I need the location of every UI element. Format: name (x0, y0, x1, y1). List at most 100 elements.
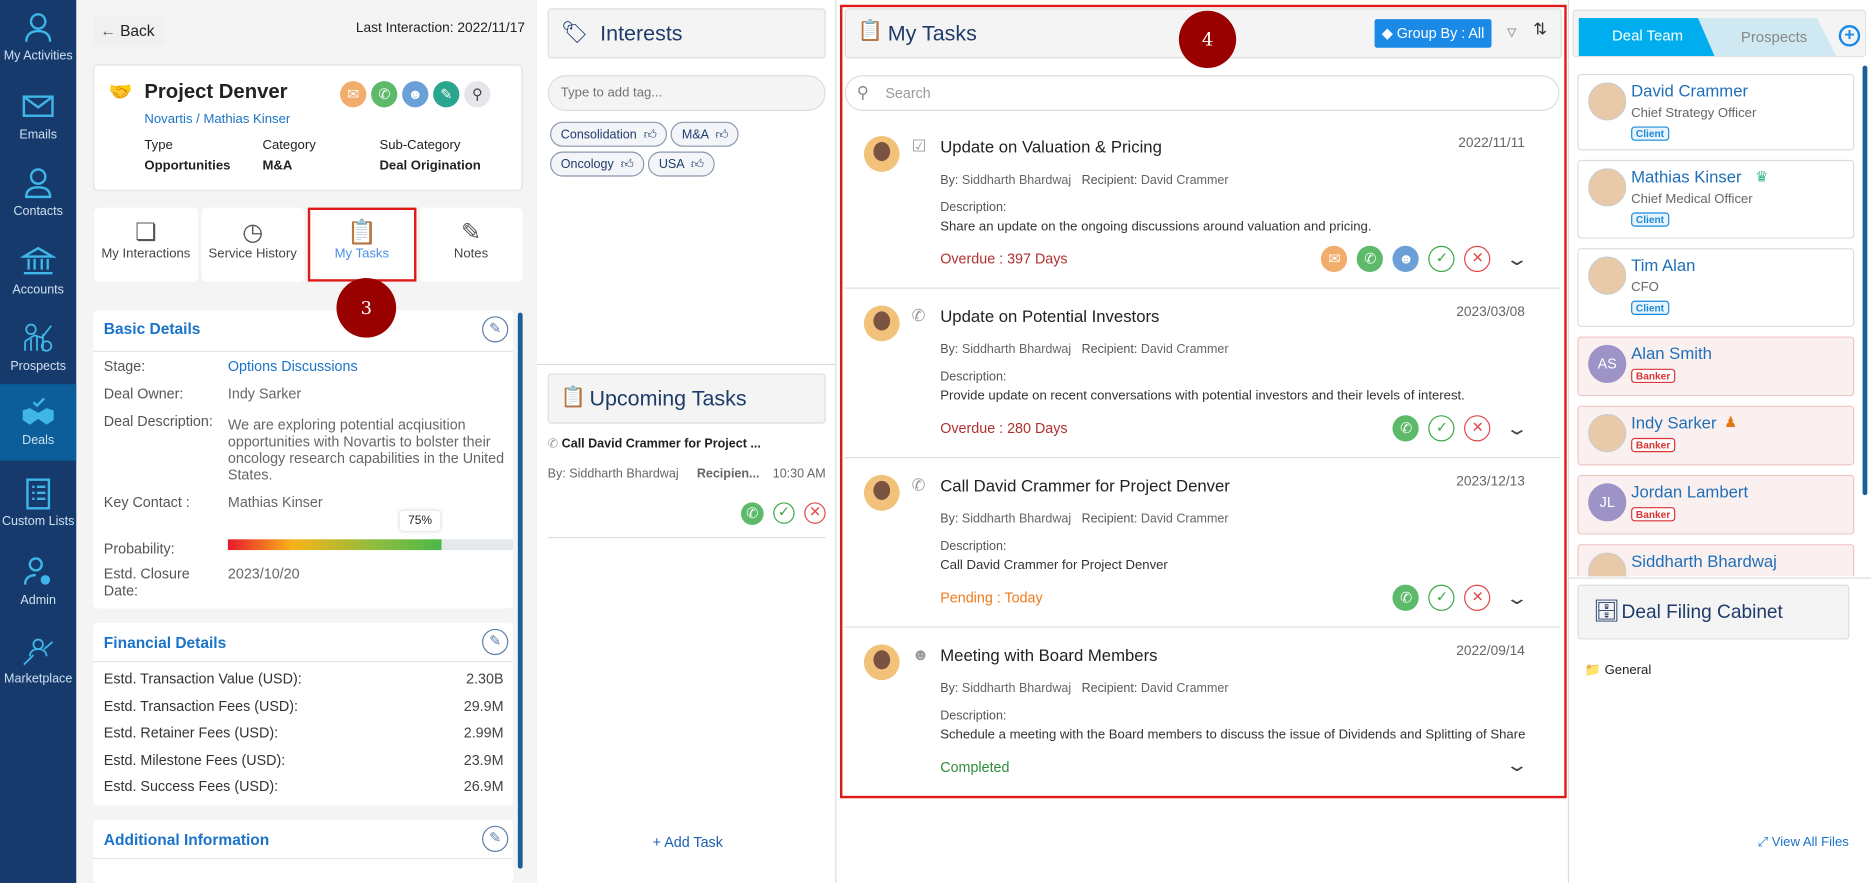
task-item[interactable]: ✆ Update on Potential Investors 2023/03/… (844, 289, 1561, 459)
divider (835, 0, 837, 883)
cancel-x-icon[interactable]: ✕ (1464, 584, 1491, 611)
task-status: Pending : Today (940, 589, 1043, 607)
interest-tag[interactable]: USA 👍︎ (648, 151, 715, 177)
phone-icon: ✆ (911, 305, 926, 325)
task-by: Siddharth Bhardwaj (961, 511, 1072, 527)
chevron-down-icon[interactable]: ⌄ (1505, 587, 1529, 608)
meeting-icon[interactable]: ☻ (402, 81, 429, 108)
interest-tag[interactable]: Oncology 👍︎ (550, 151, 645, 177)
annotation-marker-3: 3 (336, 278, 397, 338)
task-by: Siddharth Bhardwaj (961, 342, 1072, 357)
tab-prospects[interactable]: Prospects (1697, 17, 1837, 57)
owner-user-icon: ♟ (1724, 414, 1738, 431)
sidebar-item-prospects[interactable]: Prospects (0, 310, 76, 386)
folder-general[interactable]: 📁 General (1585, 662, 1652, 677)
subcategory-value: Deal Origination (379, 158, 481, 174)
sidebar-item-marketplace[interactable]: Marketplace (0, 623, 76, 699)
thumbs-up-icon[interactable]: 👍︎ (621, 158, 634, 172)
sort-icon[interactable]: ⇅ (1533, 19, 1547, 39)
sidebar-item-contacts[interactable]: Contacts (0, 155, 76, 231)
tab-notes[interactable]: ✎ Notes (419, 207, 523, 282)
interest-tag[interactable]: Consolidation 👍︎ (550, 121, 668, 147)
phone-icon[interactable]: ✆ (740, 502, 764, 526)
complete-check-icon[interactable]: ✓ (1428, 415, 1456, 442)
group-by-button[interactable]: ◆ Group By : All (1374, 19, 1492, 48)
tag-input[interactable] (547, 75, 826, 111)
edit-pencil-icon[interactable]: ✎ (482, 628, 509, 656)
thumbs-up-icon[interactable]: 👍︎ (691, 158, 704, 172)
team-member-card[interactable]: Mathias Kinser ♛ Chief Medical Officer C… (1577, 159, 1855, 239)
tab-service-history[interactable]: ◷ Service History (201, 207, 305, 282)
avatar (1588, 168, 1627, 207)
avatar (863, 305, 900, 342)
deal-subtitle[interactable]: Novartis / Mathias Kinser (144, 112, 290, 126)
scrollbar[interactable] (1862, 65, 1868, 496)
cancel-x-icon[interactable]: ✕ (804, 502, 826, 524)
task-search-input[interactable]: ⚲ Search (844, 75, 1560, 111)
annotation-marker-4: 4 (1178, 10, 1237, 69)
sidebar-item-custom-lists[interactable]: Custom Lists (0, 465, 76, 541)
phone-icon[interactable]: ✆ (1392, 415, 1420, 442)
sidebar-item-admin[interactable]: Admin (0, 544, 76, 620)
avatar (1588, 82, 1627, 121)
chart-gear-icon (24, 323, 53, 352)
task-title: Update on Potential Investors (940, 306, 1160, 326)
email-icon[interactable]: ✉ (340, 81, 367, 108)
phone-icon[interactable]: ✆ (1392, 584, 1420, 611)
add-member-plus-icon[interactable]: + (1838, 25, 1861, 47)
sidebar-label: Emails (19, 127, 57, 142)
scrollbar[interactable] (517, 312, 523, 869)
sidebar-item-my-activities[interactable]: My Activities (0, 0, 76, 76)
sidebar-label: Custom Lists (1, 514, 75, 529)
search-icon[interactable]: ⚲ (464, 81, 491, 108)
email-icon[interactable]: ✉ (1321, 245, 1348, 273)
phone-icon[interactable]: ✆ (1357, 245, 1384, 273)
upcoming-by: By: Siddharth Bhardwaj (547, 466, 679, 481)
cancel-x-icon[interactable]: ✕ (1464, 245, 1491, 273)
chevron-down-icon[interactable]: ⌄ (1505, 754, 1529, 775)
phone-icon[interactable]: ✆ (371, 81, 398, 108)
tab-my-tasks[interactable]: 📋 My Tasks (307, 207, 416, 282)
member-name: Mathias Kinser (1631, 167, 1742, 187)
team-member-card[interactable]: Indy Sarker ♟ Banker (1577, 405, 1855, 466)
filter-icon[interactable]: ▿ (1507, 20, 1517, 44)
upcoming-task-item[interactable]: ✆ Call David Crammer for Project ... By:… (547, 437, 826, 526)
add-task-button[interactable]: + Add Task (653, 834, 723, 851)
avatar (1588, 552, 1627, 577)
team-member-card[interactable]: AS Alan Smith Banker (1577, 336, 1855, 397)
team-member-card[interactable]: David Crammer Chief Strategy Officer Cli… (1577, 73, 1855, 151)
thumbs-up-icon[interactable]: 👍︎ (715, 128, 728, 142)
avatar-initials: AS (1597, 355, 1617, 373)
interests-header: 🏷 Interests (547, 8, 826, 59)
view-all-files-link[interactable]: ⤢ View All Files (1758, 835, 1849, 851)
note-icon[interactable]: ✎ (433, 81, 460, 108)
team-member-card[interactable]: Siddharth Bhardwaj (1577, 544, 1855, 577)
complete-check-icon[interactable]: ✓ (1428, 245, 1456, 273)
interest-tag[interactable]: M&A 👍︎ (671, 121, 740, 147)
complete-check-icon[interactable]: ✓ (773, 502, 795, 524)
task-item[interactable]: ☑ Update on Valuation & Pricing 2022/11/… (844, 119, 1561, 289)
task-item[interactable]: ☻ Meeting with Board Members 2022/09/14 … (845, 628, 1561, 797)
financial-value: 2.99M (463, 724, 504, 741)
complete-check-icon[interactable]: ✓ (1428, 584, 1456, 611)
sidebar-item-emails[interactable]: Emails (0, 79, 76, 155)
tab-my-interactions[interactable]: ❏ My Interactions (94, 207, 198, 282)
meeting-icon[interactable]: ☻ (1392, 245, 1420, 273)
thumbs-up-icon[interactable]: 👍︎ (644, 128, 657, 142)
stage-value[interactable]: Options Discussions (228, 358, 358, 375)
member-name: Tim Alan (1631, 255, 1696, 275)
chevron-down-icon[interactable]: ⌄ (1505, 418, 1529, 439)
handshake-icon (22, 397, 54, 425)
financial-row: Estd. Transaction Fees (USD): 29.9M (104, 697, 504, 714)
marketplace-icon (23, 638, 54, 666)
sidebar-item-accounts[interactable]: Accounts (0, 234, 76, 310)
sidebar-item-deals[interactable]: Deals (0, 384, 77, 461)
cancel-x-icon[interactable]: ✕ (1464, 415, 1491, 442)
task-item[interactable]: ✆ Call David Crammer for Project Denver … (844, 458, 1561, 628)
team-member-card[interactable]: JL Jordan Lambert Banker (1577, 474, 1855, 535)
chevron-down-icon[interactable]: ⌄ (1505, 248, 1529, 269)
edit-pencil-icon[interactable]: ✎ (482, 825, 509, 852)
team-member-card[interactable]: Tim Alan CFO Client (1577, 248, 1855, 327)
back-button[interactable]: ← Back (93, 16, 165, 46)
edit-pencil-icon[interactable]: ✎ (482, 316, 509, 343)
